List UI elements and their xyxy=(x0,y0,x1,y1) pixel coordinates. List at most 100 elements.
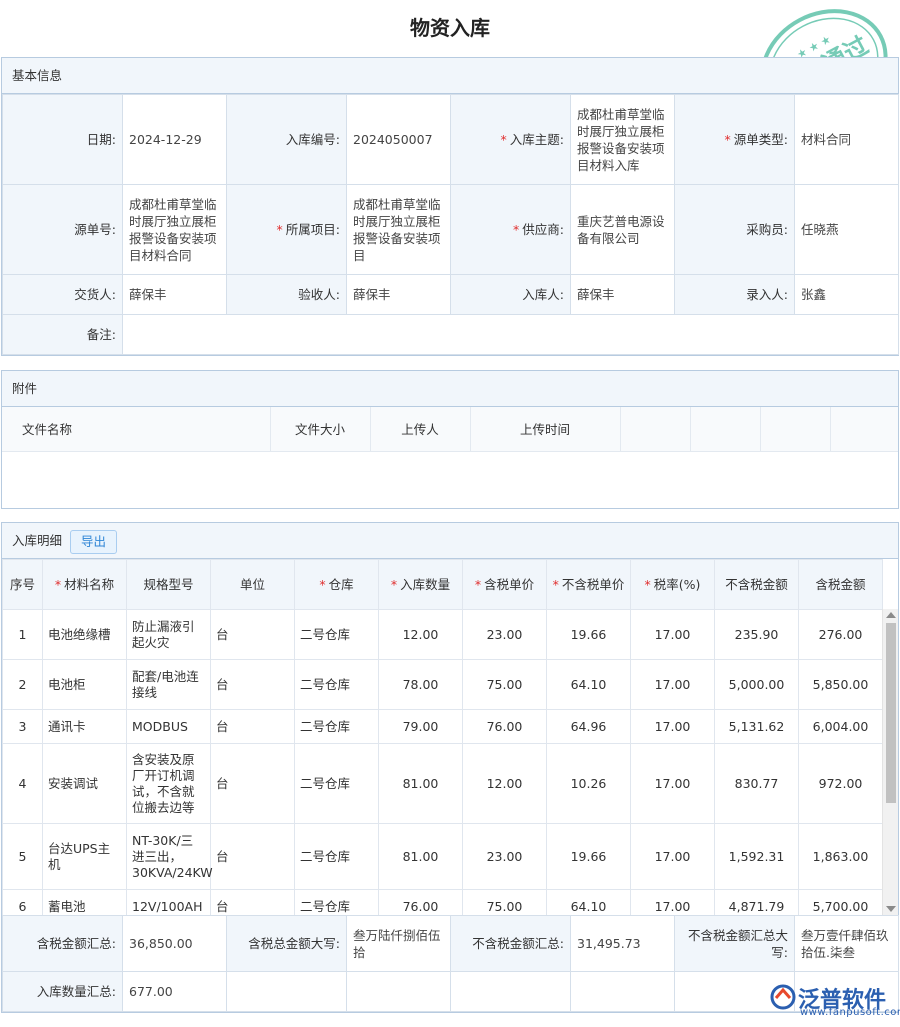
table-cell: 23.00 xyxy=(463,610,547,660)
summary-empty xyxy=(227,972,347,1012)
table-cell: 19.66 xyxy=(547,824,631,890)
tax-total-value: 36,850.00 xyxy=(123,916,227,972)
table-cell: 二号仓库 xyxy=(295,744,379,824)
attachments-header: 附件 xyxy=(2,371,898,407)
table-cell: 5,000.00 xyxy=(715,660,799,710)
source-type-value: 材料合同 xyxy=(795,95,899,185)
table-cell: 830.77 xyxy=(715,744,799,824)
table-cell: 78.00 xyxy=(379,660,463,710)
col-empty xyxy=(690,407,760,451)
col-tax-rate: 税率(%) xyxy=(654,577,701,592)
details-grid[interactable]: 序号 *材料名称 规格型号 单位 *仓库 *入库数量 *含税单价 *不含税单价 … xyxy=(2,559,898,915)
basic-info-header: 基本信息 xyxy=(2,58,898,94)
notax-total-value: 31,495.73 xyxy=(571,916,675,972)
table-cell: MODBUS xyxy=(127,710,211,744)
col-warehouse: 仓库 xyxy=(329,577,354,592)
col-empty xyxy=(830,407,898,451)
required-mark: * xyxy=(277,222,283,237)
table-cell: 1,863.00 xyxy=(799,824,883,890)
table-cell: 76.00 xyxy=(379,890,463,916)
col-notax-amount: 不含税金额 xyxy=(715,560,799,610)
table-cell: 2 xyxy=(3,660,43,710)
table-cell: 台 xyxy=(211,890,295,916)
col-empty xyxy=(620,407,690,451)
brand-logo: 泛普软件 www.fanpusoft.com xyxy=(770,980,895,1020)
table-cell: 79.00 xyxy=(379,710,463,744)
table-cell: 5 xyxy=(3,824,43,890)
col-empty xyxy=(760,407,830,451)
table-cell: 安装调试 xyxy=(43,744,127,824)
logo-url: www.fanpusoft.com xyxy=(800,1007,900,1018)
table-row[interactable]: 3通讯卡MODBUS台二号仓库79.0076.0064.9617.005,131… xyxy=(3,710,883,744)
qty-total-value: 677.00 xyxy=(123,972,227,1012)
details-header: 入库明细导出 xyxy=(2,523,898,559)
table-cell: 蓄电池 xyxy=(43,890,127,916)
receiver-value: 薛保丰 xyxy=(571,275,675,315)
scroll-down-icon[interactable] xyxy=(886,906,896,912)
col-seq: 序号 xyxy=(3,560,43,610)
grid-scrollbar[interactable] xyxy=(882,609,898,915)
col-spec: 规格型号 xyxy=(127,560,211,610)
col-notax-price: 不含税单价 xyxy=(562,577,625,592)
table-cell: 23.00 xyxy=(463,824,547,890)
table-cell: 3 xyxy=(3,710,43,744)
table-cell: 二号仓库 xyxy=(295,824,379,890)
table-cell: 81.00 xyxy=(379,824,463,890)
subject-value: 成都杜甫草堂临时展厅独立展柜报警设备安装项目材料入库 xyxy=(571,95,675,185)
table-cell: 17.00 xyxy=(631,610,715,660)
table-cell: 台达UPS主机 xyxy=(43,824,127,890)
checker-value: 薛保丰 xyxy=(347,275,451,315)
details-title: 入库明细 xyxy=(12,533,62,548)
table-cell: 二号仓库 xyxy=(295,660,379,710)
remark-label: 备注: xyxy=(3,315,123,355)
table-cell: 配套/电池连接线 xyxy=(127,660,211,710)
source-no-label: 源单号: xyxy=(3,185,123,275)
table-row[interactable]: 2电池柜配套/电池连接线台二号仓库78.0075.0064.1017.005,0… xyxy=(3,660,883,710)
attachments-panel: 附件 文件名称 文件大小 上传人 上传时间 xyxy=(1,370,899,509)
summary-table: 含税金额汇总: 36,850.00 含税总金额大写: 叁万陆仟捌佰伍拾 不含税金… xyxy=(2,915,899,1012)
notax-total-label: 不含税金额汇总: xyxy=(451,916,571,972)
table-cell: 17.00 xyxy=(631,744,715,824)
table-cell: 6 xyxy=(3,890,43,916)
details-panel: 入库明细导出 序号 *材料名称 规格型号 单位 *仓库 *入库数量 *含税单价 … xyxy=(1,522,899,1013)
col-upload-time: 上传时间 xyxy=(470,407,620,451)
table-cell: 二号仓库 xyxy=(295,710,379,744)
col-qty: 入库数量 xyxy=(400,577,450,592)
source-type-label: 源单类型: xyxy=(734,132,788,147)
logo-icon xyxy=(770,984,796,1010)
export-button[interactable]: 导出 xyxy=(70,530,117,554)
table-cell: 台 xyxy=(211,744,295,824)
table-cell: 4 xyxy=(3,744,43,824)
recorder-value: 张鑫 xyxy=(795,275,899,315)
supplier-label: 供应商: xyxy=(522,222,564,237)
code-value: 2024050007 xyxy=(347,95,451,185)
table-row[interactable]: 4安装调试含安装及原厂开订机调试，不含就位搬去边等台二号仓库81.0012.00… xyxy=(3,744,883,824)
table-cell: 6,004.00 xyxy=(799,710,883,744)
table-cell: 二号仓库 xyxy=(295,610,379,660)
notax-total-cn-value: 叁万壹仟肆佰玖拾伍.柒叁 xyxy=(795,916,899,972)
table-cell: 含安装及原厂开订机调试，不含就位搬去边等 xyxy=(127,744,211,824)
table-cell: 台 xyxy=(211,710,295,744)
recorder-label: 录入人: xyxy=(675,275,795,315)
scroll-up-icon[interactable] xyxy=(886,612,896,618)
table-cell: 电池绝缘槽 xyxy=(43,610,127,660)
notax-total-cn-label: 不含税金额汇总大写: xyxy=(675,916,795,972)
date-label: 日期: xyxy=(3,95,123,185)
table-row[interactable]: 1电池绝缘槽防止漏液引起火灾台二号仓库12.0023.0019.6617.002… xyxy=(3,610,883,660)
scroll-thumb[interactable] xyxy=(886,623,896,803)
table-cell: 64.10 xyxy=(547,890,631,916)
receiver-label: 入库人: xyxy=(451,275,571,315)
table-cell: 17.00 xyxy=(631,710,715,744)
supplier-value: 重庆艺普电源设备有限公司 xyxy=(571,185,675,275)
qty-total-label: 入库数量汇总: xyxy=(3,972,123,1012)
table-row[interactable]: 5台达UPS主机NT-30K/三进三出，30KVA/24KW台二号仓库81.00… xyxy=(3,824,883,890)
tax-total-label: 含税金额汇总: xyxy=(3,916,123,972)
table-cell: 75.00 xyxy=(463,660,547,710)
table-cell: 台 xyxy=(211,660,295,710)
col-material: 材料名称 xyxy=(64,577,114,592)
table-row[interactable]: 6蓄电池12V/100AH台二号仓库76.0075.0064.1017.004,… xyxy=(3,890,883,916)
table-cell: 19.66 xyxy=(547,610,631,660)
project-value: 成都杜甫草堂临时展厅独立展柜报警设备安装项目 xyxy=(347,185,451,275)
table-cell: 5,131.62 xyxy=(715,710,799,744)
table-cell: 5,700.00 xyxy=(799,890,883,916)
